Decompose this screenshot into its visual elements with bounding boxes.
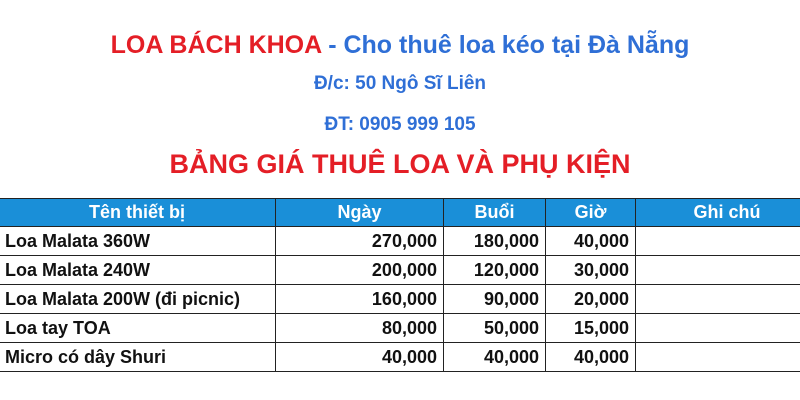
price-day: 270,000 [275,226,444,256]
column-header-session: Buổi [443,198,546,227]
table-row: Loa Malata 240W 200,000 120,000 30,000 [0,255,800,285]
phone-number: ĐT: 0905 999 105 [324,114,476,135]
column-header-day: Ngày [275,198,444,227]
device-name: Loa Malata 240W [0,255,276,285]
device-name: Loa Malata 200W (đi picnic) [0,284,276,314]
price-day: 160,000 [275,284,444,314]
device-name: Micro có dây Shuri [0,342,276,372]
price-day: 40,000 [275,342,444,372]
note-cell [635,226,800,256]
price-session: 120,000 [443,255,546,285]
table-row: Loa Malata 200W (đi picnic) 160,000 90,0… [0,284,800,314]
note-cell [635,284,800,314]
device-name: Loa tay TOA [0,313,276,343]
title-separator: - [321,31,344,59]
note-cell [635,255,800,285]
price-session: 40,000 [443,342,546,372]
table-row: Loa Malata 360W 270,000 180,000 40,000 [0,226,800,256]
column-header-device: Tên thiết bị [0,198,276,227]
device-name: Loa Malata 360W [0,226,276,256]
table-row: Loa tay TOA 80,000 50,000 15,000 [0,313,800,343]
price-session: 50,000 [443,313,546,343]
table-title: BẢNG GIÁ THUÊ LOA VÀ PHỤ KIỆN [169,149,631,179]
table-header-row: Tên thiết bị Ngày Buổi Giờ Ghi chú [0,198,800,227]
price-table: Tên thiết bị Ngày Buổi Giờ Ghi chú Loa M… [0,198,800,372]
note-cell [635,342,800,372]
price-hour: 20,000 [545,284,636,314]
price-session: 90,000 [443,284,546,314]
column-header-note: Ghi chú [635,198,800,227]
price-hour: 40,000 [545,342,636,372]
brand-name: LOA BÁCH KHOA [110,31,322,59]
address: Đ/c: 50 Ngô Sĩ Liên [313,73,487,94]
table-row: Micro có dây Shuri 40,000 40,000 40,000 [0,342,800,372]
price-hour: 30,000 [545,255,636,285]
tagline: Cho thuê loa kéo tại Đà Nẵng [343,31,690,59]
price-day: 200,000 [275,255,444,285]
price-session: 180,000 [443,226,546,256]
column-header-hour: Giờ [545,198,636,227]
title-line: LOA BÁCH KHOA - Cho thuê loa kéo tại Đà … [0,28,800,62]
note-cell [635,313,800,343]
price-day: 80,000 [275,313,444,343]
price-hour: 15,000 [545,313,636,343]
price-hour: 40,000 [545,226,636,256]
